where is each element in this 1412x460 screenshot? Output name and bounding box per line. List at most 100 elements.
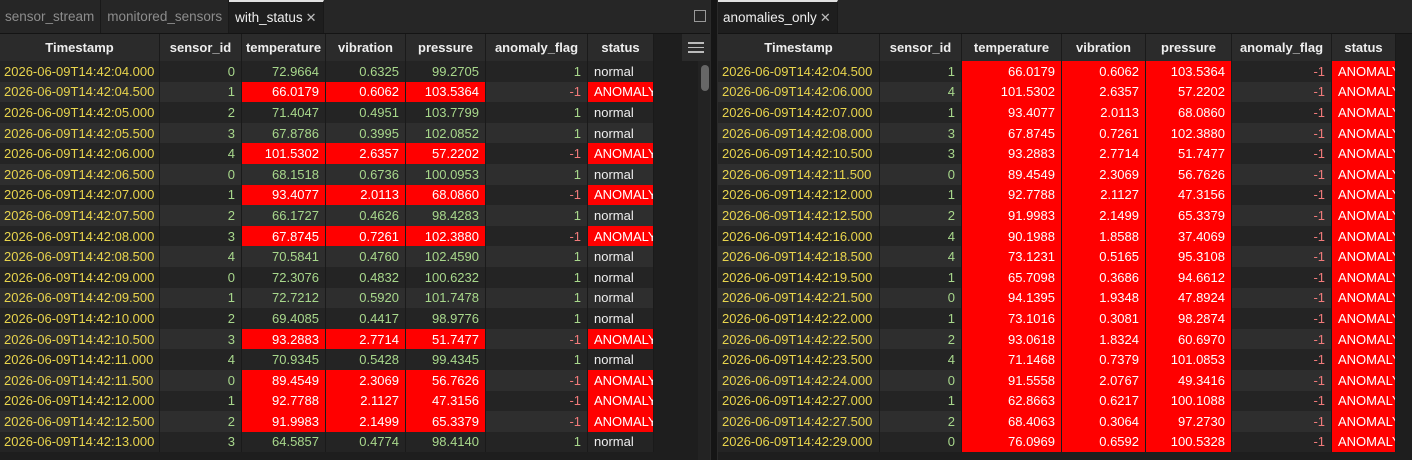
- cell-temperature[interactable]: 73.1231: [962, 246, 1062, 267]
- cell-status[interactable]: ANOMALY: [1332, 61, 1396, 82]
- cell-temperature[interactable]: 62.8663: [962, 390, 1062, 412]
- cell-temperature[interactable]: 67.8786: [242, 122, 326, 144]
- cell-temperature[interactable]: 92.7788: [242, 390, 326, 412]
- column-header-temperature[interactable]: temperature: [242, 34, 326, 61]
- cell-sensor-id[interactable]: 1: [880, 61, 962, 82]
- cell-vibration[interactable]: 2.0767: [1062, 369, 1146, 391]
- cell-vibration[interactable]: 0.4774: [326, 431, 406, 453]
- cell-anomaly-flag[interactable]: -1: [486, 225, 588, 247]
- cell-sensor-id[interactable]: 1: [880, 266, 962, 288]
- table-row[interactable]: 2026-06-09T14:42:18.500 4 73.1231 0.5165 95.…: [718, 246, 1396, 267]
- cell-vibration[interactable]: 0.6062: [1062, 61, 1146, 82]
- cell-temperature[interactable]: 72.7212: [242, 287, 326, 309]
- cell-timestamp[interactable]: 2026-06-09T14:42:27.000: [718, 390, 880, 412]
- cell-temperature[interactable]: 65.7098: [962, 266, 1062, 288]
- table-row[interactable]: 2026-06-09T14:42:29.000 0 76.0969 0.6592 100…: [718, 431, 1396, 453]
- cell-timestamp[interactable]: 2026-06-09T14:42:10.500: [0, 328, 160, 350]
- cell-pressure[interactable]: 47.3156: [406, 390, 486, 412]
- cell-sensor-id[interactable]: 2: [160, 411, 242, 432]
- cell-status[interactable]: ANOMALY: [1332, 102, 1396, 123]
- cell-timestamp[interactable]: 2026-06-09T14:42:10.000: [0, 308, 160, 329]
- cell-vibration[interactable]: 2.3069: [326, 369, 406, 391]
- cell-vibration[interactable]: 0.7261: [326, 225, 406, 247]
- cell-timestamp[interactable]: 2026-06-09T14:42:22.000: [718, 308, 880, 329]
- cell-timestamp[interactable]: 2026-06-09T14:42:11.000: [0, 349, 160, 370]
- cell-sensor-id[interactable]: 4: [160, 246, 242, 267]
- cell-sensor-id[interactable]: 2: [160, 102, 242, 123]
- cell-status[interactable]: ANOMALY: [588, 225, 654, 247]
- cell-pressure[interactable]: 98.4140: [406, 431, 486, 453]
- table-row[interactable]: 2026-06-09T14:42:11.000 4 70.9345 0.5428 99.…: [0, 349, 654, 370]
- cell-temperature[interactable]: 76.0969: [962, 431, 1062, 453]
- cell-pressure[interactable]: 101.0853: [1146, 349, 1232, 370]
- table-row[interactable]: 2026-06-09T14:42:07.000 1 93.4077 2.0113 68.…: [718, 102, 1396, 123]
- cell-anomaly-flag[interactable]: 1: [486, 163, 588, 185]
- cell-anomaly-flag[interactable]: 1: [486, 122, 588, 144]
- cell-temperature[interactable]: 67.8745: [242, 225, 326, 247]
- cell-timestamp[interactable]: 2026-06-09T14:42:19.500: [718, 266, 880, 288]
- cell-temperature[interactable]: 64.5857: [242, 431, 326, 453]
- table-row[interactable]: 2026-06-09T14:42:11.500 0 89.4549 2.3069 56.…: [0, 369, 654, 391]
- cell-timestamp[interactable]: 2026-06-09T14:42:12.000: [718, 184, 880, 206]
- cell-sensor-id[interactable]: 2: [160, 308, 242, 329]
- cell-pressure[interactable]: 102.0852: [406, 122, 486, 144]
- cell-status[interactable]: normal: [588, 349, 654, 370]
- cell-sensor-id[interactable]: 0: [880, 369, 962, 391]
- cell-status[interactable]: normal: [588, 61, 654, 82]
- column-header-pressure[interactable]: pressure: [1146, 34, 1232, 61]
- cell-temperature[interactable]: 66.0179: [242, 81, 326, 103]
- cell-pressure[interactable]: 56.7626: [406, 369, 486, 391]
- cell-sensor-id[interactable]: 4: [880, 349, 962, 370]
- cell-vibration[interactable]: 2.7714: [326, 328, 406, 350]
- cell-temperature[interactable]: 71.4047: [242, 102, 326, 123]
- cell-anomaly-flag[interactable]: -1: [486, 143, 588, 164]
- table-row[interactable]: 2026-06-09T14:42:06.500 0 68.1518 0.6736 100…: [0, 163, 654, 185]
- cell-sensor-id[interactable]: 3: [160, 431, 242, 453]
- table-row[interactable]: 2026-06-09T14:42:07.500 2 66.1727 0.4626 98.…: [0, 205, 654, 226]
- cell-sensor-id[interactable]: 4: [160, 349, 242, 370]
- cell-anomaly-flag[interactable]: -1: [486, 328, 588, 350]
- cell-anomaly-flag[interactable]: -1: [1232, 61, 1332, 82]
- cell-vibration[interactable]: 0.4417: [326, 308, 406, 329]
- cell-pressure[interactable]: 100.0953: [406, 163, 486, 185]
- cell-anomaly-flag[interactable]: -1: [1232, 205, 1332, 226]
- cell-anomaly-flag[interactable]: -1: [1232, 81, 1332, 103]
- cell-anomaly-flag[interactable]: -1: [486, 184, 588, 206]
- table-row[interactable]: 2026-06-09T14:42:13.000 3 64.5857 0.4774 98.…: [0, 431, 654, 453]
- cell-temperature[interactable]: 90.1988: [962, 225, 1062, 247]
- table-row[interactable]: 2026-06-09T14:42:06.000 4 101.5302 2.6357 57…: [0, 143, 654, 164]
- cell-temperature[interactable]: 72.9664: [242, 61, 326, 82]
- column-header-timestamp[interactable]: Timestamp: [718, 34, 880, 61]
- cell-pressure[interactable]: 47.8924: [1146, 287, 1232, 309]
- cell-status[interactable]: ANOMALY: [588, 184, 654, 206]
- cell-status[interactable]: ANOMALY: [1332, 184, 1396, 206]
- cell-pressure[interactable]: 65.3379: [406, 411, 486, 432]
- cell-vibration[interactable]: 2.1127: [1062, 184, 1146, 206]
- cell-vibration[interactable]: 1.8588: [1062, 225, 1146, 247]
- table-row[interactable]: 2026-06-09T14:42:04.500 1 66.0179 0.6062 103…: [718, 61, 1396, 82]
- cell-vibration[interactable]: 2.0113: [326, 184, 406, 206]
- cell-vibration[interactable]: 0.6736: [326, 163, 406, 185]
- cell-sensor-id[interactable]: 0: [160, 61, 242, 82]
- cell-pressure[interactable]: 56.7626: [1146, 163, 1232, 185]
- cell-status[interactable]: ANOMALY: [588, 369, 654, 391]
- scrollbar-thumb[interactable]: [701, 65, 709, 91]
- cell-anomaly-flag[interactable]: -1: [1232, 225, 1332, 247]
- cell-pressure[interactable]: 103.5364: [406, 81, 486, 103]
- cell-sensor-id[interactable]: 1: [880, 308, 962, 329]
- table-row[interactable]: 2026-06-09T14:42:05.000 2 71.4047 0.4951 103…: [0, 102, 654, 123]
- cell-pressure[interactable]: 99.4345: [406, 349, 486, 370]
- cell-sensor-id[interactable]: 3: [160, 328, 242, 350]
- cell-vibration[interactable]: 0.3064: [1062, 411, 1146, 432]
- cell-sensor-id[interactable]: 3: [880, 122, 962, 144]
- cell-temperature[interactable]: 70.9345: [242, 349, 326, 370]
- cell-anomaly-flag[interactable]: -1: [1232, 431, 1332, 453]
- cell-anomaly-flag[interactable]: -1: [1232, 163, 1332, 185]
- cell-status[interactable]: ANOMALY: [1332, 81, 1396, 103]
- cell-status[interactable]: normal: [588, 102, 654, 123]
- cell-temperature[interactable]: 68.4063: [962, 411, 1062, 432]
- cell-timestamp[interactable]: 2026-06-09T14:42:04.000: [0, 61, 160, 82]
- maximize-icon[interactable]: [694, 10, 706, 22]
- column-header-timestamp[interactable]: Timestamp: [0, 34, 160, 61]
- cell-pressure[interactable]: 60.6970: [1146, 328, 1232, 350]
